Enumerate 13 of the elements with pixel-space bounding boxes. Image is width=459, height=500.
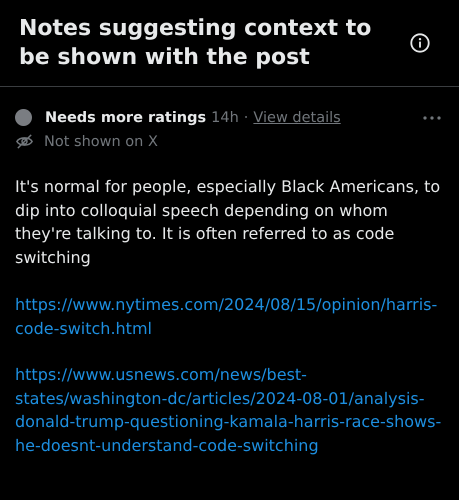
status-label: Needs more ratings [45,110,206,126]
more-icon[interactable] [423,116,441,120]
separator-dot: · [244,110,248,126]
timestamp: 14h [211,110,239,126]
source-link[interactable]: https://www.usnews.com/news/best-states/washington-dc/articles/2024-08-01/analysis-donald-trump-questioning-kamala-harris-race-shows-he-doesnt-understand-code-switching [15,363,445,457]
eye-slash-icon [15,132,34,151]
status-dot [15,109,32,126]
note-text: It's normal for people, especially Black Americans, to dip into colloquial speech depending on whom they're talking to. It is often referred to as code switching [15,176,442,268]
view-details-link[interactable]: View details [253,110,341,126]
info-icon[interactable] [409,32,431,54]
header-title: Notes suggesting context to be shown with the post [19,15,372,72]
source-link[interactable]: https://www.nytimes.com/2024/08/15/opinion/harris-code-switch.html [15,293,445,340]
visibility-label: Not shown on X [44,134,158,150]
